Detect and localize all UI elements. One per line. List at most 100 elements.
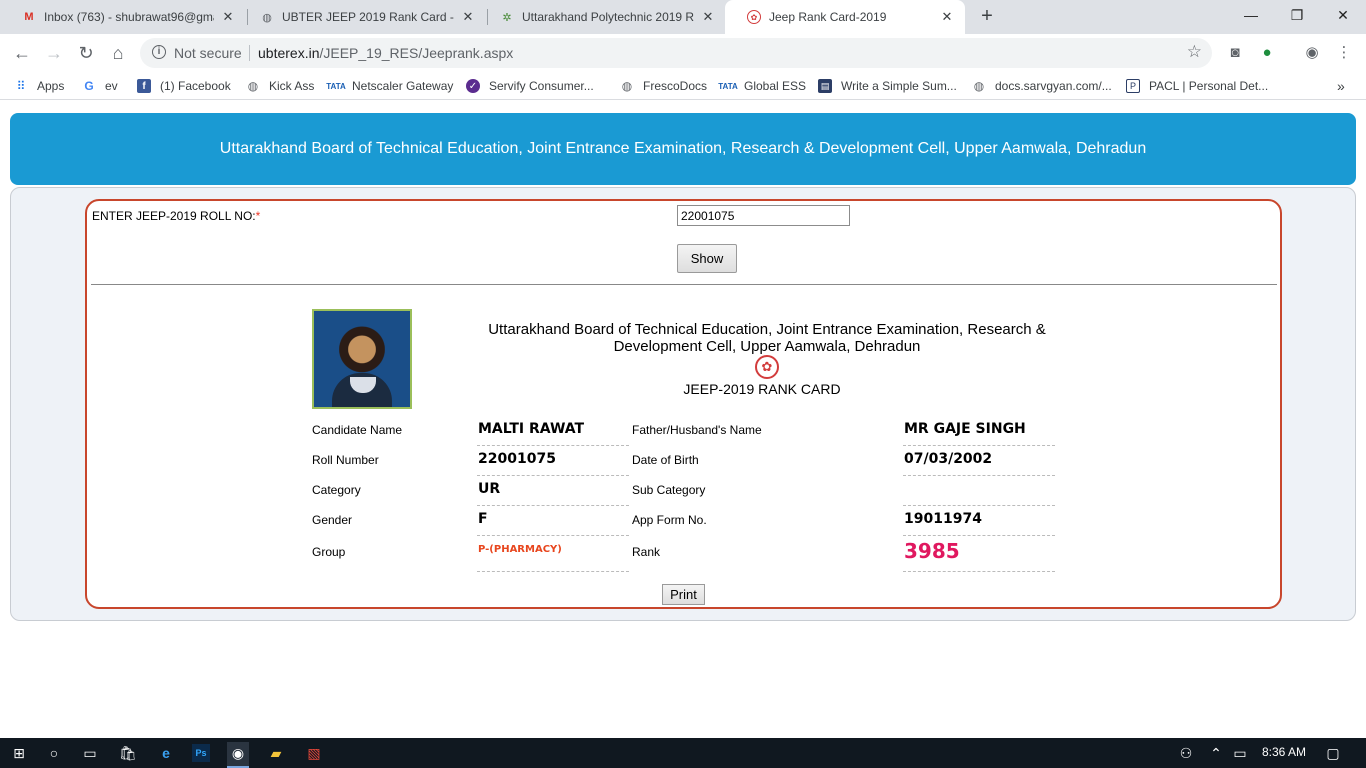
- task-view-icon[interactable]: ▭: [79, 742, 101, 764]
- bookmark-frescodocs[interactable]: ◍ FrescoDocs: [620, 77, 707, 95]
- tab-title: Uttarakhand Polytechnic 2019 Re: [522, 10, 694, 24]
- menu-icon[interactable]: ⋮: [1334, 43, 1354, 63]
- address-bar[interactable]: i Not secure ubterex.in/JEEP_19_RES/Jeep…: [140, 38, 1212, 68]
- card-title-line-2: Development Cell, Upper Aamwala, Dehradu…: [613, 338, 921, 355]
- rank-card-form: ENTER JEEP-2019 ROLL NO:* Show Uttarakha…: [85, 199, 1282, 609]
- forward-button[interactable]: →: [42, 41, 66, 65]
- content-panel: ENTER JEEP-2019 ROLL NO:* Show Uttarakha…: [10, 187, 1356, 621]
- print-button[interactable]: Print: [662, 584, 705, 605]
- candidate-name-value: MALTI RAWAT: [477, 421, 629, 446]
- bookmark-facebook[interactable]: f (1) Facebook: [137, 77, 231, 95]
- apps-grid-icon: ⠿: [16, 79, 26, 93]
- battery-icon[interactable]: ▭: [1229, 742, 1251, 764]
- people-icon[interactable]: ⚇: [1175, 742, 1197, 764]
- close-icon[interactable]: ✕: [220, 9, 236, 25]
- tab-polytechnic[interactable]: ✲ Uttarakhand Polytechnic 2019 Re ✕: [478, 0, 726, 34]
- camera-icon[interactable]: ◙: [1225, 43, 1245, 63]
- category-value: UR: [477, 481, 629, 506]
- bookmark-label: Servify Consumer...: [489, 79, 594, 93]
- notification-icon[interactable]: ▢: [1322, 742, 1344, 764]
- father-name-label: Father/Husband's Name: [632, 423, 762, 437]
- bookmark-ev[interactable]: G ev: [82, 77, 117, 95]
- back-button[interactable]: ←: [10, 41, 34, 65]
- servify-icon: ✓: [466, 79, 480, 93]
- dob-label: Date of Birth: [632, 453, 699, 467]
- emblem-icon: ✿: [747, 10, 761, 24]
- file-explorer-icon[interactable]: ▰: [265, 742, 287, 764]
- bookmark-servify[interactable]: ✓ Servify Consumer...: [466, 77, 594, 95]
- required-mark: *: [255, 209, 261, 223]
- close-icon[interactable]: ✕: [939, 9, 955, 25]
- tab-jeep-rank-card[interactable]: ✿ Jeep Rank Card-2019 ✕: [725, 0, 965, 34]
- bookmark-star-icon[interactable]: ☆: [1187, 42, 1202, 62]
- bookmark-label: (1) Facebook: [160, 79, 231, 93]
- board-emblem-icon: ✿: [755, 355, 779, 379]
- gender-label: Gender: [312, 513, 353, 527]
- gmail-icon: M: [24, 11, 34, 23]
- roll-number-field-label: Roll Number: [312, 453, 379, 467]
- reload-button[interactable]: ↻: [74, 41, 98, 65]
- photoshop-icon[interactable]: Ps: [192, 744, 210, 762]
- bookmark-write-summary[interactable]: ▤ Write a Simple Sum...: [818, 77, 957, 95]
- minimize-button[interactable]: —: [1228, 0, 1274, 30]
- close-window-button[interactable]: ✕: [1320, 0, 1366, 30]
- bookmark-sarvgyan[interactable]: ◍ docs.sarvgyan.com/...: [972, 77, 1112, 95]
- tab-ubter-rank-card[interactable]: ◍ UBTER JEEP 2019 Rank Card - Ag ✕: [238, 0, 486, 34]
- bookmark-label: docs.sarvgyan.com/...: [995, 79, 1112, 93]
- home-button[interactable]: ⌂: [106, 41, 130, 65]
- bookmark-label: Apps: [37, 79, 65, 93]
- bookmark-label: Global ESS: [744, 79, 807, 93]
- candidate-name-label: Candidate Name: [312, 423, 403, 437]
- show-button[interactable]: Show: [677, 244, 737, 273]
- roll-number-input[interactable]: [677, 205, 850, 226]
- bookmark-apps[interactable]: ⠿ Apps: [14, 77, 65, 95]
- windows-start-icon[interactable]: ⊞: [8, 742, 30, 764]
- info-icon[interactable]: i: [152, 45, 166, 59]
- bookmark-label: Netscaler Gateway: [352, 79, 454, 93]
- tata-icon: TATA: [718, 81, 738, 91]
- group-label: Group: [312, 545, 346, 559]
- restore-button[interactable]: ❐: [1274, 0, 1320, 30]
- search-icon[interactable]: ○: [43, 742, 65, 764]
- pdf-icon[interactable]: ▧: [303, 742, 325, 764]
- bookmark-pacl[interactable]: P PACL | Personal Det...: [1126, 77, 1268, 95]
- url-host: ubterex.in: [258, 45, 320, 61]
- close-icon[interactable]: ✕: [460, 9, 476, 25]
- url-text: ubterex.in/JEEP_19_RES/Jeeprank.aspx: [258, 45, 513, 61]
- bookmarks-overflow-icon[interactable]: »: [1337, 77, 1345, 95]
- globe-icon: ◍: [973, 79, 985, 93]
- app-form-value: 19011974: [903, 511, 1055, 536]
- tab-title: Inbox (763) - shubrawat96@gma: [44, 10, 214, 24]
- bookmark-label: PACL | Personal Det...: [1149, 79, 1269, 93]
- chevron-up-icon[interactable]: ⌃: [1205, 742, 1227, 764]
- bookmark-kick-ass[interactable]: ◍ Kick Ass: [246, 77, 315, 95]
- tab-gmail[interactable]: M Inbox (763) - shubrawat96@gma ✕: [0, 0, 246, 34]
- page-content: Uttarakhand Board of Technical Education…: [0, 101, 1366, 738]
- clock[interactable]: 8:36 AM: [1262, 745, 1306, 759]
- roll-number-label: ENTER JEEP-2019 ROLL NO:*: [92, 209, 260, 223]
- group-value: P-(PHARMACY): [477, 541, 629, 572]
- extension-icon[interactable]: ●: [1257, 43, 1277, 63]
- bookmark-global-ess[interactable]: TATA Global ESS: [718, 77, 807, 95]
- card-title-line-1: Uttarakhand Board of Technical Education…: [488, 321, 1046, 338]
- divider: [91, 284, 1277, 285]
- edge-icon[interactable]: e: [155, 742, 177, 764]
- profile-icon[interactable]: ◉: [1302, 43, 1322, 63]
- tab-title: UBTER JEEP 2019 Rank Card - Ag: [282, 10, 454, 24]
- security-label: Not secure: [174, 45, 242, 61]
- store-icon[interactable]: 🛍: [117, 742, 139, 764]
- card-subtitle: JEEP-2019 RANK CARD: [683, 381, 841, 397]
- father-name-value: MR GAJE SINGH: [903, 421, 1055, 446]
- chrome-icon[interactable]: ◉: [227, 742, 249, 768]
- card-title: Uttarakhand Board of Technical Education…: [477, 321, 1057, 355]
- header-banner: Uttarakhand Board of Technical Education…: [10, 113, 1356, 185]
- bookmark-netscaler[interactable]: TATA Netscaler Gateway: [326, 77, 454, 95]
- globe-icon: ◍: [247, 79, 259, 93]
- rank-label: Rank: [632, 545, 661, 559]
- google-icon: G: [84, 79, 94, 93]
- new-tab-button[interactable]: +: [976, 5, 998, 27]
- category-label: Category: [312, 483, 361, 497]
- bookmark-label: Kick Ass: [269, 79, 315, 93]
- close-icon[interactable]: ✕: [700, 9, 716, 25]
- bookmark-label: FrescoDocs: [643, 79, 708, 93]
